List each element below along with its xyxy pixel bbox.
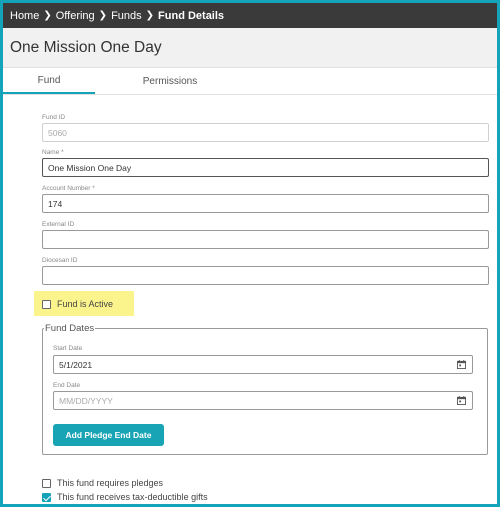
chevron-right-icon: ❯ — [43, 10, 52, 21]
end-date-placeholder: MM/DD/YYYY — [59, 395, 113, 406]
calendar-icon[interactable] — [457, 360, 466, 369]
tab-bar: Fund Permissions — [3, 68, 497, 95]
account-number-field[interactable]: 174 — [42, 194, 489, 213]
account-number-label: Account Number * — [42, 185, 95, 192]
start-date-label: Start Date — [53, 345, 83, 352]
fund-active-checkbox-row[interactable]: Fund is Active — [42, 299, 113, 309]
breadcrumb-offering[interactable]: Offering — [56, 10, 95, 22]
external-id-label: External ID — [42, 221, 75, 228]
tax-deductible-checkbox[interactable] — [42, 492, 51, 502]
name-label: Name * — [42, 149, 64, 156]
chevron-right-icon: ❯ — [98, 10, 108, 21]
tax-deductible-label: This fund receives tax-deductible gifts — [57, 492, 208, 502]
tax-deductible-row[interactable]: This fund receives tax-deductible gifts — [42, 492, 208, 502]
calendar-icon[interactable] — [457, 396, 466, 405]
fund-active-label: Fund is Active — [57, 299, 114, 309]
chevron-right-icon: ❯ — [145, 10, 155, 21]
tab-permissions[interactable]: Permissions — [95, 68, 245, 94]
start-date-value: 5/1/2021 — [59, 359, 93, 370]
page-title: One Mission One Day — [10, 38, 162, 56]
fund-id-field: 5060 — [42, 123, 489, 142]
breadcrumb-home[interactable]: Home — [10, 10, 39, 22]
fund-id-label: Fund ID — [42, 114, 66, 121]
tab-fund[interactable]: Fund — [3, 68, 95, 94]
diocesan-id-field[interactable] — [42, 266, 489, 285]
breadcrumb-funds[interactable]: Funds — [111, 10, 142, 22]
breadcrumb-current: Fund Details — [158, 9, 225, 22]
name-field[interactable]: One Mission One Day — [42, 158, 489, 177]
diocesan-id-label: Diocesan ID — [42, 257, 78, 264]
fund-active-checkbox[interactable] — [42, 299, 51, 309]
end-date-label: End Date — [53, 382, 81, 389]
requires-pledges-row[interactable]: This fund requires pledges — [42, 478, 163, 488]
add-pledge-end-date-button[interactable]: Add Pledge End Date — [53, 424, 164, 446]
requires-pledges-checkbox[interactable] — [42, 478, 51, 488]
fund-dates-legend: Fund Dates — [45, 323, 95, 334]
app-frame: Home ❯ Offering ❯ Funds ❯ Fund Details O… — [0, 0, 500, 507]
breadcrumb: Home ❯ Offering ❯ Funds ❯ Fund Details — [3, 3, 497, 28]
start-date-input[interactable]: 5/1/2021 — [53, 355, 473, 374]
requires-pledges-label: This fund requires pledges — [57, 478, 164, 488]
end-date-input[interactable]: MM/DD/YYYY — [53, 391, 473, 410]
page-title-bar: One Mission One Day — [3, 28, 497, 68]
external-id-field[interactable] — [42, 230, 489, 249]
